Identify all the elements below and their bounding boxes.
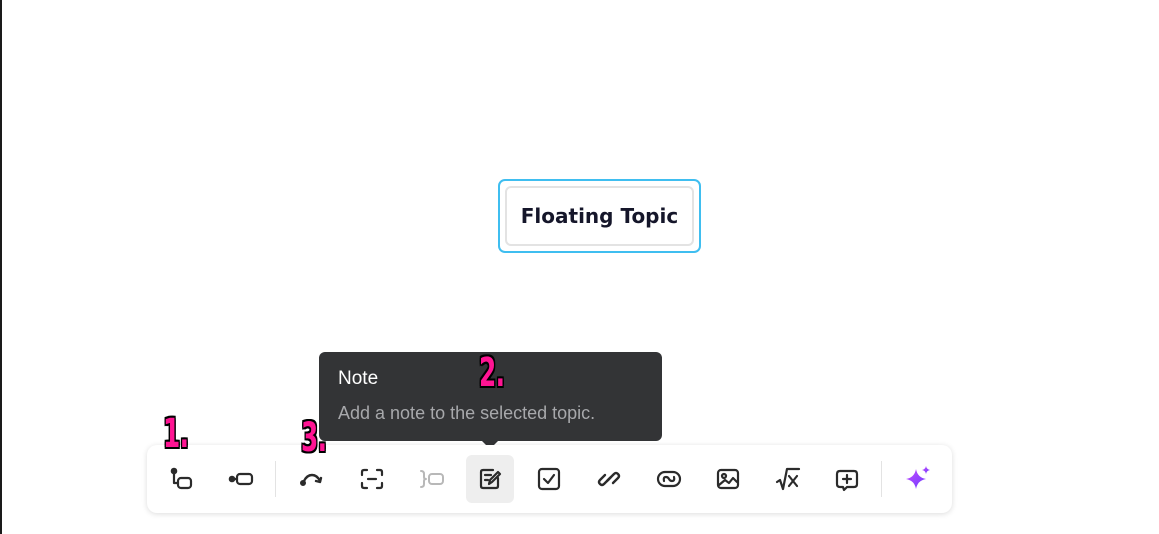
tooltip-description: Add a note to the selected topic. (338, 403, 596, 423)
note-button[interactable] (466, 455, 514, 503)
floating-topic-label[interactable]: Floating Topic (505, 186, 694, 246)
topic-after-icon (228, 472, 254, 486)
subtopic-button[interactable] (157, 455, 205, 503)
boundary-button[interactable] (348, 455, 396, 503)
hyperlink-button[interactable] (585, 455, 633, 503)
relationship-icon (300, 473, 323, 487)
toolbar-divider (881, 461, 882, 497)
annotation-2: 2. (479, 350, 505, 396)
window-edge (0, 0, 2, 534)
summary-icon (420, 470, 444, 488)
boundary-icon (360, 468, 384, 490)
link-icon (597, 471, 621, 487)
equation-icon (775, 467, 801, 491)
image-button[interactable] (704, 455, 752, 503)
ai-sparkle-icon (906, 466, 930, 489)
checkbox-icon (537, 467, 561, 491)
add-topic-button[interactable] (217, 455, 265, 503)
toolbar-divider (275, 461, 276, 497)
summary-button[interactable] (408, 455, 456, 503)
relationship-button[interactable] (288, 455, 336, 503)
topic-link-icon (656, 470, 682, 488)
topic-toolbar (147, 445, 952, 513)
add-box-icon (835, 469, 859, 492)
topic-link-button[interactable] (645, 455, 693, 503)
subtopic-icon (170, 467, 193, 490)
floating-topic[interactable]: Floating Topic (498, 179, 701, 253)
annotation-1: 1. (163, 411, 189, 457)
equation-button[interactable] (764, 455, 812, 503)
note-icon (479, 468, 502, 490)
task-button[interactable] (525, 455, 573, 503)
ai-button[interactable] (894, 455, 942, 503)
annotation-3: 3. (301, 415, 327, 461)
insert-button[interactable] (823, 455, 871, 503)
image-icon (716, 468, 740, 490)
